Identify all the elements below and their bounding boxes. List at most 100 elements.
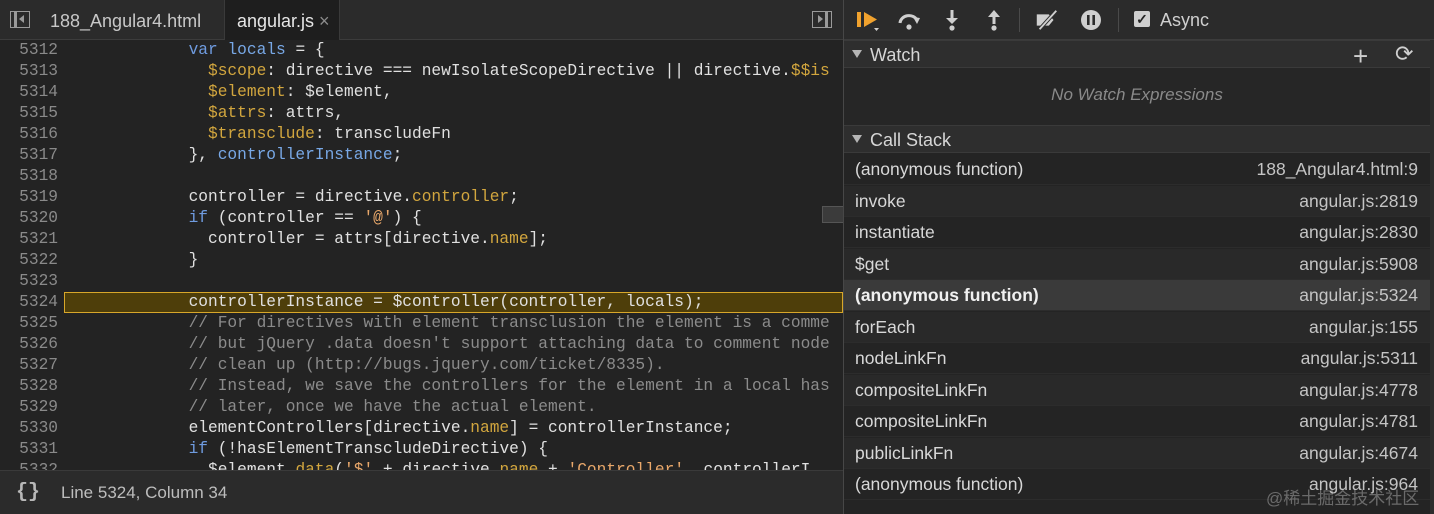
code-line[interactable]: 5314 $element: $element, [0, 82, 843, 103]
vertical-scroll-thumb[interactable] [822, 206, 843, 223]
call-frame[interactable]: forEach angular.js:155 [844, 311, 1430, 343]
line-code: if (!hasElementTranscludeDirective) { [188, 440, 549, 458]
frame-location[interactable]: angular.js:5908 [1299, 249, 1418, 280]
code-line[interactable]: 5318 [0, 166, 843, 187]
code-line[interactable]: 5313 $scope: directive === newIsolateSco… [0, 61, 843, 82]
line-number[interactable]: 5317 [8, 145, 58, 166]
call-frame-selected[interactable]: (anonymous function) angular.js:5324 [844, 280, 1430, 311]
line-number[interactable]: 5329 [8, 397, 58, 418]
resume-icon[interactable] [855, 8, 881, 32]
code-line[interactable]: 5330 elementControllers[directive.name] … [0, 418, 843, 439]
code-line[interactable]: 5331 if (!hasElementTranscludeDirective)… [0, 439, 843, 460]
tab-angular-js[interactable]: angular.js × [224, 0, 340, 40]
step-over-icon[interactable] [896, 8, 922, 32]
line-code: if (controller == '@') { [188, 209, 422, 227]
code-editor[interactable]: 5312 var locals = {5313 $scope: directiv… [0, 40, 843, 470]
line-number[interactable]: 5323 [8, 271, 58, 292]
line-code: // later, once we have the actual elemen… [188, 398, 597, 416]
line-number[interactable]: 5330 [8, 418, 58, 439]
code-line[interactable]: 5328 // Instead, we save the controllers… [0, 376, 843, 397]
call-frame[interactable]: publicLinkFn angular.js:4674 [844, 437, 1430, 469]
code-line[interactable]: 5312 var locals = { [0, 40, 843, 61]
line-number[interactable]: 5326 [8, 334, 58, 355]
line-code: $attrs: attrs, [208, 104, 345, 122]
line-number[interactable]: 5327 [8, 355, 58, 376]
toggle-navigator-icon[interactable] [10, 11, 30, 28]
watermark: @稀土掘金技术社区 [1266, 489, 1420, 508]
code-line[interactable]: 5327 // clean up (http://bugs.jquery.com… [0, 355, 843, 376]
pretty-print-icon[interactable]: {} [16, 481, 40, 504]
line-number[interactable]: 5312 [8, 40, 58, 61]
line-number[interactable]: 5315 [8, 103, 58, 124]
line-code: $element.data('$' + directive.name + 'Co… [72, 461, 811, 470]
frame-location[interactable]: 188_Angular4.html:9 [1257, 154, 1419, 185]
pause-on-exceptions-icon[interactable] [1078, 8, 1104, 32]
call-frame[interactable]: (anonymous function) 188_Angular4.html:9 [844, 154, 1430, 185]
code-line[interactable]: 5323 [0, 271, 843, 292]
tab-188-angular4-html[interactable]: 188_Angular4.html [50, 0, 201, 40]
frame-location[interactable]: angular.js:2819 [1299, 186, 1418, 217]
frame-function: instantiate [855, 222, 935, 242]
line-number[interactable]: 5332 [8, 460, 58, 470]
frame-location[interactable]: angular.js:4674 [1299, 438, 1418, 469]
collapse-arrow-icon[interactable] [852, 135, 862, 143]
code-line[interactable]: 5322 } [0, 250, 843, 271]
step-into-icon[interactable] [939, 8, 965, 32]
code-line[interactable]: 5315 $attrs: attrs, [0, 103, 843, 124]
refresh-watch-icon[interactable]: ⟳ [1395, 42, 1413, 67]
frame-function: invoke [855, 190, 906, 211]
frame-location[interactable]: angular.js:4778 [1299, 375, 1418, 406]
line-code: // clean up (http://bugs.jquery.com/tick… [188, 356, 665, 374]
line-code: elementControllers[directive.name] = con… [72, 419, 733, 437]
code-line[interactable]: 5325 // For directives with element tran… [0, 313, 843, 334]
deactivate-breakpoints-icon[interactable] [1034, 8, 1060, 32]
frame-location[interactable]: angular.js:2830 [1299, 217, 1418, 248]
editor-status-bar: {} Line 5324, Column 34 [0, 470, 843, 514]
call-stack-section-header[interactable]: Call Stack [844, 125, 1430, 153]
code-line[interactable]: 5320 if (controller == '@') { [0, 208, 843, 229]
line-code: $scope: directive === newIsolateScopeDir… [208, 62, 830, 80]
line-code: var locals = { [188, 41, 325, 59]
code-line[interactable]: 5316 $transclude: transcludeFn [0, 124, 843, 145]
line-number[interactable]: 5316 [8, 124, 58, 145]
line-number[interactable]: 5320 [8, 208, 58, 229]
frame-function: compositeLinkFn [855, 411, 988, 431]
call-frame[interactable]: invoke angular.js:2819 [844, 185, 1430, 217]
code-line[interactable]: 5332 $element.data('$' + directive.name … [0, 460, 843, 470]
line-number[interactable]: 5313 [8, 61, 58, 82]
line-number[interactable]: 5322 [8, 250, 58, 271]
sidebar-scrollbar[interactable] [1430, 40, 1434, 514]
frame-location[interactable]: angular.js:155 [1309, 312, 1418, 343]
code-line[interactable]: 5317 }, controllerInstance; [0, 145, 843, 166]
line-number[interactable]: 5319 [8, 187, 58, 208]
watch-section-header[interactable]: Watch + ⟳ [844, 40, 1430, 71]
toggle-debugger-icon[interactable] [812, 11, 832, 28]
line-number[interactable]: 5321 [8, 229, 58, 250]
current-code-line[interactable]: 5324 controllerInstance = $controller(co… [0, 292, 843, 313]
code-line[interactable]: 5321 controller = attrs[directive.name]; [0, 229, 843, 250]
line-code: }, controllerInstance; [72, 146, 403, 164]
code-line[interactable]: 5329 // later, once we have the actual e… [0, 397, 843, 418]
code-line[interactable]: 5319 controller = directive.controller; [0, 187, 843, 208]
code-line[interactable]: 5326 // but jQuery .data doesn't support… [0, 334, 843, 355]
line-number[interactable]: 5324 [8, 292, 58, 313]
frame-location[interactable]: angular.js:5324 [1299, 280, 1418, 311]
line-code: controller = attrs[directive.name]; [72, 230, 549, 248]
close-tab-icon[interactable]: × [319, 0, 330, 42]
line-number[interactable]: 5325 [8, 313, 58, 334]
call-frame[interactable]: nodeLinkFn angular.js:5311 [844, 343, 1430, 374]
async-checkbox[interactable]: ✓ [1134, 11, 1150, 27]
line-code: // For directives with element transclus… [188, 314, 830, 332]
frame-location[interactable]: angular.js:4781 [1299, 406, 1418, 437]
line-number[interactable]: 5314 [8, 82, 58, 103]
call-frame[interactable]: $get angular.js:5908 [844, 248, 1430, 280]
line-number[interactable]: 5318 [8, 166, 58, 187]
call-frame[interactable]: compositeLinkFn angular.js:4778 [844, 374, 1430, 406]
line-number[interactable]: 5328 [8, 376, 58, 397]
step-out-icon[interactable] [981, 8, 1007, 32]
call-frame[interactable]: instantiate angular.js:2830 [844, 217, 1430, 248]
collapse-arrow-icon[interactable] [852, 50, 862, 58]
frame-location[interactable]: angular.js:5311 [1301, 343, 1418, 374]
call-frame[interactable]: compositeLinkFn angular.js:4781 [844, 406, 1430, 437]
line-number[interactable]: 5331 [8, 439, 58, 460]
